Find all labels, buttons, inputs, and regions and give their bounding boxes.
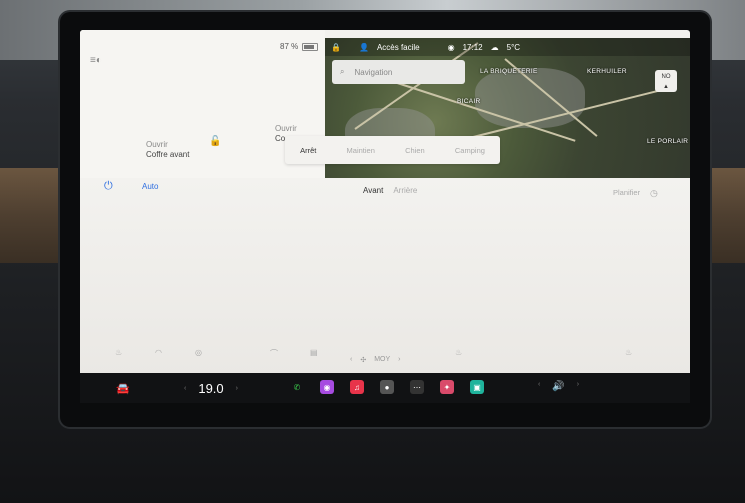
battery-percent: 87 % xyxy=(280,42,299,51)
navigation-search[interactable]: ⌕ Navigation xyxy=(332,60,465,84)
podcast-icon[interactable]: ◉ xyxy=(320,380,334,394)
auto-button[interactable]: Auto xyxy=(142,182,158,191)
easy-access-label[interactable]: Accès facile xyxy=(377,43,420,52)
battery-indicator: 87 % xyxy=(280,42,319,51)
car-icon[interactable]: 🚘 xyxy=(116,382,130,395)
chevron-left-icon[interactable]: ‹ xyxy=(184,385,186,392)
lock-status-icon[interactable]: 🔒 xyxy=(331,43,341,52)
chevron-left-icon[interactable]: ‹ xyxy=(350,356,352,364)
rear-trunk-state: Ouvrir xyxy=(275,124,297,133)
weather-icon: ☁ xyxy=(490,42,499,52)
mode-camp-button[interactable]: Camping xyxy=(455,146,485,155)
volume-icon[interactable]: 🔊 xyxy=(552,381,564,392)
theater-icon[interactable]: ▣ xyxy=(470,380,484,394)
more-icon[interactable]: ⋯ xyxy=(410,380,424,394)
map-place-label: LA BRIQUETERIE xyxy=(480,68,538,75)
music-icon[interactable]: ♫ xyxy=(350,380,364,394)
navigation-placeholder: Navigation xyxy=(354,67,393,77)
climate-mode-menu: Arrêt Maintien Chien Camping xyxy=(285,136,500,164)
chevron-right-icon[interactable]: › xyxy=(577,381,579,392)
headlight-icon[interactable]: ≡◐ xyxy=(90,55,102,66)
camera-icon[interactable]: ● xyxy=(380,380,394,394)
airflow-icon[interactable]: ⌒ xyxy=(270,348,278,359)
seat-heat-right-icon[interactable]: ♨ xyxy=(455,348,462,357)
fan-speed-label: MOY xyxy=(374,356,391,363)
steering-heat-icon[interactable]: ◎ xyxy=(195,348,202,357)
map-place-label: KERHUILER xyxy=(587,68,627,75)
map-place-label: LE PORLAIR xyxy=(647,138,689,145)
seat-heat-left-icon[interactable]: ♨ xyxy=(115,348,122,357)
fan-control[interactable]: ‹ ✣ MOY › xyxy=(350,356,401,364)
profile-icon[interactable]: 👤 xyxy=(359,43,369,52)
unlock-icon[interactable]: 🔓 xyxy=(209,136,221,147)
schedule-button[interactable]: Planifier xyxy=(613,188,640,197)
compass-button[interactable]: NO ▲ xyxy=(655,70,677,92)
touchscreen: 87 % ≡◐ Ouvrir Coffre avant 🔓 Ouvrir Co … xyxy=(80,30,690,400)
chevron-left-icon[interactable]: ‹ xyxy=(538,381,540,392)
front-trunk-label: Coffre avant xyxy=(146,150,190,159)
search-icon: ⌕ xyxy=(340,67,345,76)
taskbar: 🚘 ‹ 19.0 › ✆ ◉ ♫ ● ⋯ ✦ ▣ ‹ 🔊 › xyxy=(80,373,690,403)
mode-off-button[interactable]: Arrêt xyxy=(300,146,316,155)
battery-icon xyxy=(302,42,319,51)
defrost-front-icon[interactable]: ◠ xyxy=(155,348,162,357)
cabin-temperature[interactable]: 19.0 xyxy=(198,381,223,396)
front-trunk-state: Ouvrir xyxy=(146,140,168,149)
compass-label: NO xyxy=(661,74,671,80)
map-place-label: BICAIR xyxy=(457,98,481,105)
power-icon[interactable]: ⏻ xyxy=(104,180,113,193)
app-dock: ✆ ◉ ♫ ● ⋯ ✦ ▣ xyxy=(290,380,484,394)
sentry-icon: ◉ xyxy=(447,42,455,52)
mode-keep-button[interactable]: Maintien xyxy=(347,146,375,155)
chevron-right-icon[interactable]: › xyxy=(236,385,238,392)
compass-arrow-icon: ▲ xyxy=(663,84,669,90)
front-trunk-button[interactable]: Ouvrir Coffre avant xyxy=(146,140,189,160)
seat-heat-passenger-icon[interactable]: ♨ xyxy=(625,348,632,357)
chevron-right-icon[interactable]: › xyxy=(398,356,400,364)
clock-icon[interactable]: ◷ xyxy=(650,188,658,199)
temperature-control: ‹ 19.0 › xyxy=(184,381,238,396)
mode-dog-button[interactable]: Chien xyxy=(405,146,425,155)
tab-rear[interactable]: Arrière xyxy=(393,186,417,195)
clock-time: 17:12 xyxy=(462,42,483,52)
volume-control: ‹ 🔊 › xyxy=(538,381,579,392)
defrost-rear-icon[interactable]: ▤ xyxy=(310,348,318,357)
fan-icon: ✣ xyxy=(360,357,367,364)
phone-icon[interactable]: ✆ xyxy=(290,380,304,394)
climate-tabs: Avant Arrière xyxy=(363,186,417,195)
tab-front[interactable]: Avant xyxy=(363,186,383,195)
toybox-icon[interactable]: ✦ xyxy=(440,380,454,394)
map-status-bar: 🔒 👤 Accès facile ◉ 17:12 ☁ 5°C xyxy=(325,38,690,56)
outside-temp: 5°C xyxy=(506,42,521,52)
